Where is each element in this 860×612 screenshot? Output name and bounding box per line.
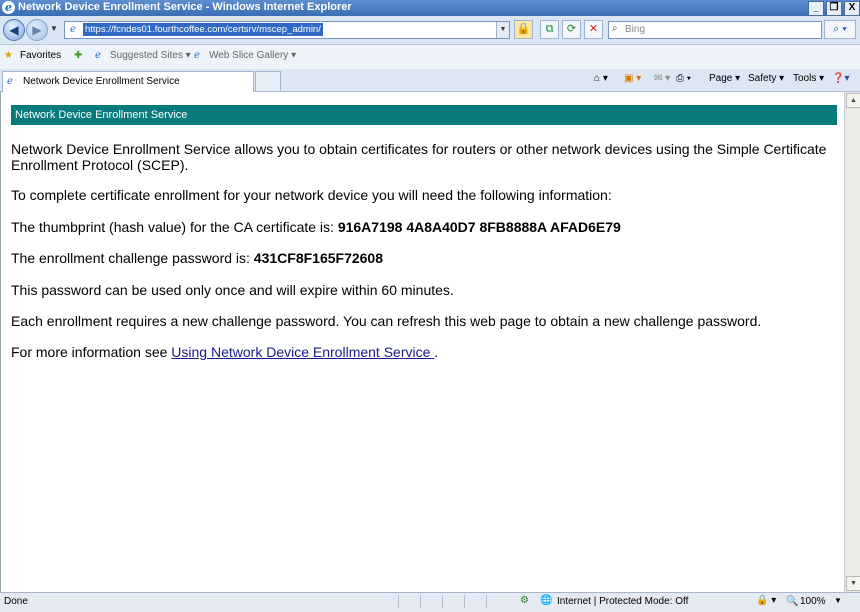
zoom-level[interactable]: 100% bbox=[800, 596, 826, 607]
ie-logo-icon: e bbox=[2, 1, 15, 14]
read-mail-icon[interactable]: ✉ ▾ bbox=[654, 73, 670, 84]
status-segment bbox=[398, 595, 419, 608]
tab-label: Network Device Enrollment Service bbox=[23, 76, 180, 87]
password-value: 431CF8F165F72608 bbox=[253, 250, 383, 266]
web-slice-icon: e bbox=[194, 50, 200, 61]
protected-mode-icon[interactable]: 🔒 ▾ bbox=[756, 595, 776, 606]
security-zone-text[interactable]: Internet | Protected Mode: Off bbox=[557, 596, 688, 607]
new-tab-button[interactable] bbox=[255, 71, 281, 91]
address-field[interactable]: e https://fcndes01.fourthcoffee.com/cert… bbox=[64, 21, 510, 39]
page-content: Network Device Enrollment Service Networ… bbox=[0, 92, 845, 592]
tab-active[interactable]: e Network Device Enrollment Service bbox=[2, 71, 254, 92]
tools-menu[interactable]: Tools ▾ bbox=[793, 73, 824, 84]
history-dropdown-icon[interactable]: ▼ bbox=[50, 24, 58, 33]
zoom-dropdown-icon[interactable]: ▼ bbox=[834, 596, 842, 605]
home-icon[interactable]: ⌂ ▾ bbox=[594, 73, 608, 84]
password-label: The enrollment challenge password is: bbox=[11, 250, 254, 266]
tab-page-icon: e bbox=[7, 76, 13, 87]
scroll-down-icon[interactable]: ▼ bbox=[846, 576, 860, 591]
scroll-up-icon[interactable]: ▲ bbox=[846, 93, 860, 108]
lock-icon[interactable]: 🔒 bbox=[514, 20, 533, 39]
search-placeholder: Bing bbox=[625, 24, 646, 35]
suggested-sites-link[interactable]: Suggested Sites ▾ bbox=[110, 50, 191, 61]
password-note: This password can be used only once and … bbox=[11, 282, 454, 298]
status-text: Done bbox=[4, 596, 28, 607]
favorites-star-icon: ★ bbox=[4, 50, 13, 61]
favorites-button[interactable]: Favorites bbox=[20, 50, 61, 61]
internet-zone-icon: 🌐 bbox=[540, 595, 553, 606]
stop-icon[interactable]: ✕ bbox=[584, 20, 603, 39]
vertical-scrollbar[interactable]: ▲ ▼ bbox=[844, 92, 860, 592]
refresh-icon[interactable]: ⟳ bbox=[562, 20, 581, 39]
status-segment bbox=[464, 595, 485, 608]
restore-button[interactable]: ❐ bbox=[826, 1, 842, 16]
intro-text: Network Device Enrollment Service allows… bbox=[11, 141, 827, 173]
status-segment bbox=[420, 595, 441, 608]
web-slice-gallery-link[interactable]: Web Slice Gallery ▾ bbox=[209, 50, 296, 61]
thumbprint-line: The thumbprint (hash value) for the CA c… bbox=[11, 219, 841, 235]
page-icon: e bbox=[70, 24, 76, 35]
forward-button[interactable]: ▶ bbox=[26, 19, 48, 41]
info-heading: To complete certificate enrollment for y… bbox=[11, 187, 612, 203]
back-button[interactable]: ◀ bbox=[3, 19, 25, 41]
help-link[interactable]: Using Network Device Enrollment Service bbox=[171, 344, 434, 360]
print-icon[interactable]: ⎙ ▾ bbox=[676, 73, 691, 84]
search-input[interactable]: ⌕ Bing bbox=[608, 21, 822, 39]
add-on-icon[interactable]: ⚙ bbox=[520, 595, 529, 606]
password-line: The enrollment challenge password is: 43… bbox=[11, 250, 841, 266]
zoom-icon[interactable]: 🔍 bbox=[786, 596, 798, 607]
refresh-note: Each enrollment requires a new challenge… bbox=[11, 313, 762, 329]
address-dropdown-icon[interactable]: ▼ bbox=[496, 22, 509, 38]
banner-title: Network Device Enrollment Service bbox=[15, 109, 188, 121]
title-bar: e Network Device Enrollment Service - Wi… bbox=[0, 0, 860, 16]
compatibility-icon[interactable]: ⧉ bbox=[540, 20, 559, 39]
page-banner: Network Device Enrollment Service bbox=[11, 105, 837, 125]
help-icon[interactable]: ❓▾ bbox=[832, 73, 849, 84]
search-button[interactable]: ⌕ ▾ bbox=[824, 20, 856, 39]
safety-menu[interactable]: Safety ▾ bbox=[748, 73, 784, 84]
address-toolbar: ◀ ▶ ▼ e https://fcndes01.fourthcoffee.co… bbox=[0, 16, 860, 45]
thumbprint-value: 916A7198 4A8A40D7 8FB8888A AFAD6E79 bbox=[337, 219, 621, 235]
close-button[interactable]: X bbox=[844, 1, 860, 16]
url-text[interactable]: https://fcndes01.fourthcoffee.com/certsr… bbox=[83, 23, 323, 36]
minimize-button[interactable]: _ bbox=[808, 1, 824, 16]
search-icon: ⌕ bbox=[612, 23, 618, 34]
more-info-prefix: For more information see bbox=[11, 344, 172, 360]
feeds-icon[interactable]: ▣ ▾ bbox=[624, 73, 641, 84]
tab-bar: e Network Device Enrollment Service ⌂ ▾ … bbox=[0, 69, 860, 92]
more-info-line: For more information see Using Network D… bbox=[11, 344, 841, 360]
suggested-sites-icon: e bbox=[95, 50, 101, 61]
status-segment bbox=[486, 595, 507, 608]
status-segment bbox=[442, 595, 463, 608]
more-info-suffix: . bbox=[434, 344, 439, 360]
status-bar: Done ⚙ 🌐 Internet | Protected Mode: Off … bbox=[0, 592, 860, 612]
page-menu[interactable]: Page ▾ bbox=[709, 73, 740, 84]
add-favorite-icon[interactable]: ✚ bbox=[74, 50, 82, 61]
thumbprint-label: The thumbprint (hash value) for the CA c… bbox=[11, 219, 338, 235]
favorites-bar: ★ Favorites ✚ e Suggested Sites ▾ e Web … bbox=[0, 45, 860, 69]
window-title: Network Device Enrollment Service - Wind… bbox=[18, 1, 352, 13]
